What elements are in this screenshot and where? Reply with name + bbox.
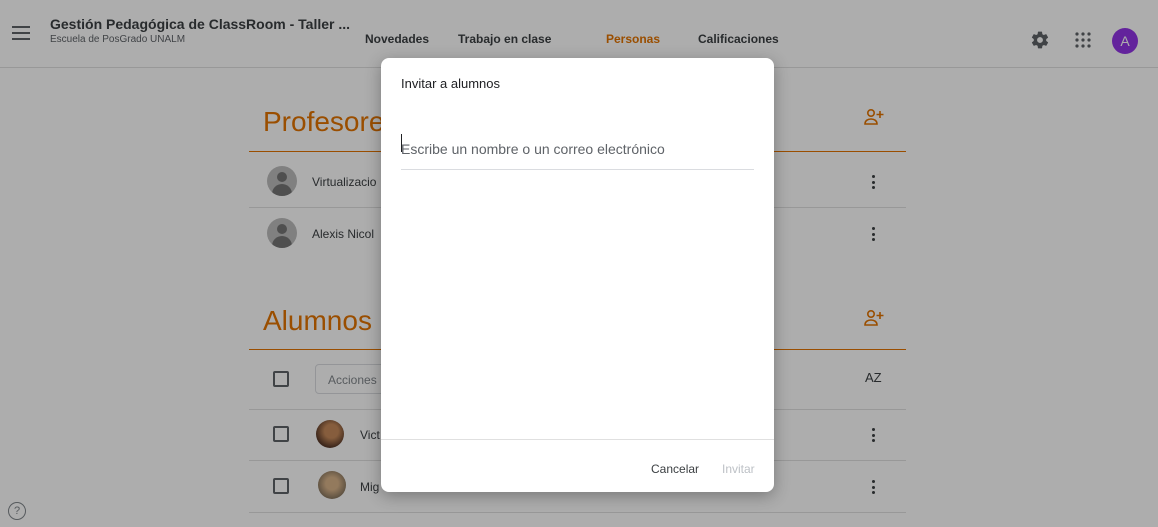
invite-button[interactable]: Invitar [722,462,755,476]
cancel-button[interactable]: Cancelar [651,462,699,476]
invite-students-dialog: Invitar a alumnos Cancelar Invitar [381,58,774,492]
invite-search-input[interactable] [401,128,754,170]
text-caret [401,134,402,152]
dialog-divider [381,439,774,440]
dialog-title: Invitar a alumnos [401,76,500,91]
